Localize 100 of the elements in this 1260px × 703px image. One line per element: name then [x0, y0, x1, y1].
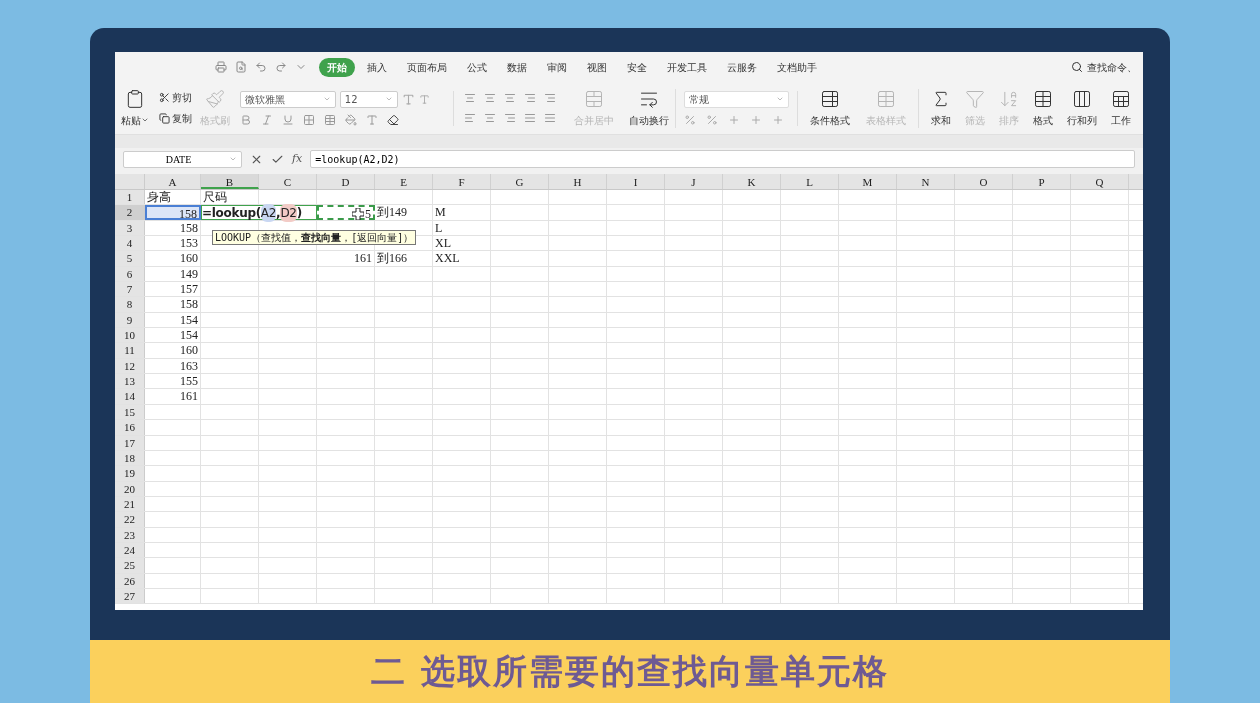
table-cell: 158 — [145, 205, 201, 220]
column-header[interactable]: J — [665, 174, 723, 189]
fill-pattern-icon[interactable] — [323, 113, 336, 126]
row-header[interactable]: 8 — [115, 297, 145, 312]
cell-editor[interactable]: =lookup(A2,D2) — [201, 205, 317, 221]
font-shrink-icon[interactable] — [418, 93, 430, 105]
caret-icon — [776, 95, 784, 103]
row-header[interactable]: 1 — [115, 190, 145, 205]
align-icon[interactable] — [464, 92, 477, 104]
table-cell: 尺码 — [201, 190, 259, 205]
tool-icon — [205, 88, 225, 109]
table-cell: L — [433, 220, 491, 236]
table-cell: 154 — [145, 328, 201, 343]
align-icon[interactable] — [484, 92, 497, 104]
caption: 二 选取所需要的查找向量单元格 — [371, 650, 889, 693]
column-header[interactable]: B — [201, 174, 259, 189]
scissors-icon — [159, 92, 170, 103]
column-header[interactable]: O — [955, 174, 1013, 189]
copy-icon — [159, 113, 170, 124]
column-header[interactable]: D — [317, 174, 375, 189]
tool-icon — [1033, 88, 1053, 109]
redo-icon[interactable] — [275, 61, 287, 73]
font-select[interactable]: 微软雅黑 — [239, 90, 336, 108]
column-header[interactable]: N — [897, 174, 955, 189]
column-header[interactable]: H — [549, 174, 607, 189]
menu-tab[interactable]: 页面布局 — [399, 57, 455, 77]
column-header[interactable]: Q — [1071, 174, 1129, 189]
paste-button[interactable]: 粘贴 — [121, 88, 149, 128]
function-icon[interactable]: fx — [292, 150, 303, 168]
table-cell: 158 — [145, 297, 201, 312]
menu-tab[interactable]: 文档助手 — [769, 57, 825, 77]
ribbon-button[interactable]: 行和列 — [1063, 88, 1101, 128]
ribbon-button[interactable]: 条件格式 — [806, 88, 854, 128]
percent-icon[interactable] — [706, 113, 719, 126]
copy-button[interactable]: 复制 — [159, 111, 192, 126]
font-grow-icon[interactable] — [401, 92, 415, 106]
row-header[interactable]: 7 — [115, 282, 145, 297]
ribbon-button[interactable]: 自动换行 — [624, 88, 673, 128]
column-header[interactable]: P — [1013, 174, 1071, 189]
align-icon[interactable] — [524, 92, 537, 104]
ribbon-button[interactable]: 求和 — [927, 88, 955, 128]
tool-icon — [965, 88, 985, 109]
font-size-select[interactable]: 12 — [339, 90, 398, 108]
font-color-icon[interactable] — [365, 113, 378, 126]
border-icon[interactable] — [302, 113, 315, 126]
row-header[interactable]: 13 — [115, 374, 145, 389]
cut-button[interactable]: 剪切 — [159, 90, 192, 105]
column-header[interactable]: L — [781, 174, 839, 189]
bold-icon[interactable] — [239, 113, 252, 126]
undo-icon[interactable] — [255, 61, 267, 73]
row-header[interactable]: 4 — [115, 236, 145, 251]
align-icon[interactable] — [544, 92, 557, 104]
menu-tab[interactable]: 公式 — [459, 57, 495, 77]
align-icon[interactable] — [504, 92, 517, 104]
menu-tab[interactable]: 视图 — [579, 57, 615, 77]
menu-tab[interactable]: 云服务 — [719, 57, 765, 77]
row-header[interactable]: 10 — [115, 328, 145, 343]
align-icon[interactable] — [524, 112, 537, 124]
caret-icon — [229, 155, 237, 163]
column-header[interactable]: C — [259, 174, 317, 189]
align-icon[interactable] — [504, 112, 517, 124]
column-header[interactable]: K — [723, 174, 781, 189]
menu-tab[interactable]: 审阅 — [539, 57, 575, 77]
paint-bucket-icon[interactable] — [344, 113, 357, 126]
eraser-icon[interactable] — [386, 113, 399, 126]
row-header[interactable]: 19 — [115, 466, 145, 481]
row-header[interactable]: 2 — [115, 205, 145, 220]
table-cell: 161 — [145, 389, 201, 404]
italic-icon[interactable] — [260, 113, 273, 126]
underline-icon[interactable] — [281, 113, 294, 126]
column-header[interactable]: I — [607, 174, 665, 189]
row-header[interactable]: 25 — [115, 558, 145, 573]
menu-tab[interactable]: 安全 — [619, 57, 655, 77]
menu-tab[interactable]: 数据 — [499, 57, 535, 77]
caret-icon — [322, 95, 331, 103]
menu-tab[interactable]: 插入 — [359, 57, 395, 77]
table-cell: M — [433, 205, 491, 220]
column-header[interactable]: E — [375, 174, 433, 189]
row-header[interactable]: 5 — [115, 251, 145, 266]
column-header[interactable]: G — [491, 174, 549, 189]
row-header[interactable]: 22 — [115, 512, 145, 527]
row-header[interactable]: 14 — [115, 389, 145, 404]
table-cell: 158 — [145, 220, 201, 236]
menu-tab[interactable]: 开发工具 — [659, 57, 715, 77]
column-header[interactable]: F — [433, 174, 491, 189]
column-header[interactable]: M — [839, 174, 897, 189]
align-icon[interactable] — [464, 112, 477, 124]
ribbon-button[interactable]: 格式 — [1029, 88, 1057, 128]
print-icon[interactable] — [215, 61, 227, 73]
ribbon-button[interactable]: 工作 — [1107, 88, 1135, 128]
table-cell: 身高 — [145, 190, 201, 205]
align-icon[interactable] — [484, 112, 497, 124]
align-icon[interactable] — [544, 112, 557, 124]
name-box[interactable]: DATE — [123, 150, 242, 168]
formula-field[interactable]: =lookup(A2,D2) — [310, 150, 1135, 168]
row-header[interactable]: 11 — [115, 343, 145, 358]
row-header[interactable]: 16 — [115, 420, 145, 435]
number-format-select[interactable]: 常规 — [684, 90, 789, 108]
preview-icon[interactable] — [235, 61, 247, 73]
search-field[interactable]: 查找命令、 — [1071, 59, 1143, 75]
